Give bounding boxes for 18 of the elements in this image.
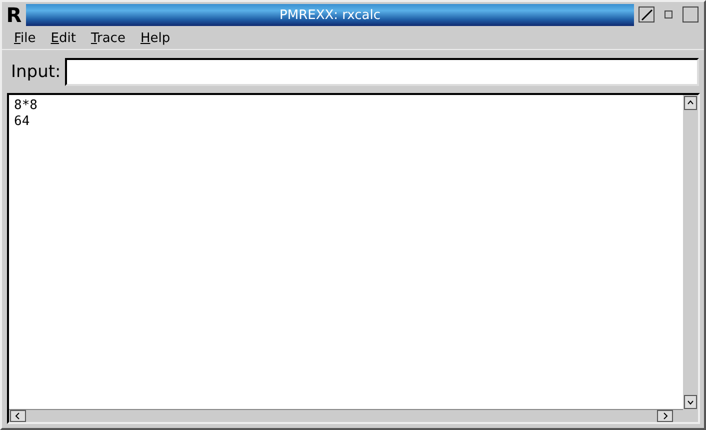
maximize-icon[interactable] [682, 6, 700, 24]
input-field[interactable] [64, 58, 699, 86]
menu-item[interactable]: Trace [86, 30, 136, 46]
menu-item[interactable]: Edit [46, 30, 87, 46]
menu-item[interactable]: Help [136, 30, 182, 46]
minimize-icon[interactable] [638, 6, 656, 24]
vertical-scrollbar[interactable] [683, 95, 698, 409]
scrollbar-corner [683, 409, 698, 422]
scroll-down-icon[interactable] [684, 395, 697, 409]
scroll-right-icon[interactable] [657, 410, 673, 422]
horizontal-scrollbar[interactable] [9, 409, 683, 422]
menu-item[interactable]: File [10, 30, 47, 46]
input-label: Input: [10, 62, 61, 82]
window-title: PMREXX: rxcalc [280, 8, 380, 22]
scroll-left-icon[interactable] [10, 410, 26, 422]
output-line: 64 [14, 114, 31, 130]
output-line: 8*8 [14, 98, 38, 114]
scroll-up-icon[interactable] [684, 96, 697, 110]
